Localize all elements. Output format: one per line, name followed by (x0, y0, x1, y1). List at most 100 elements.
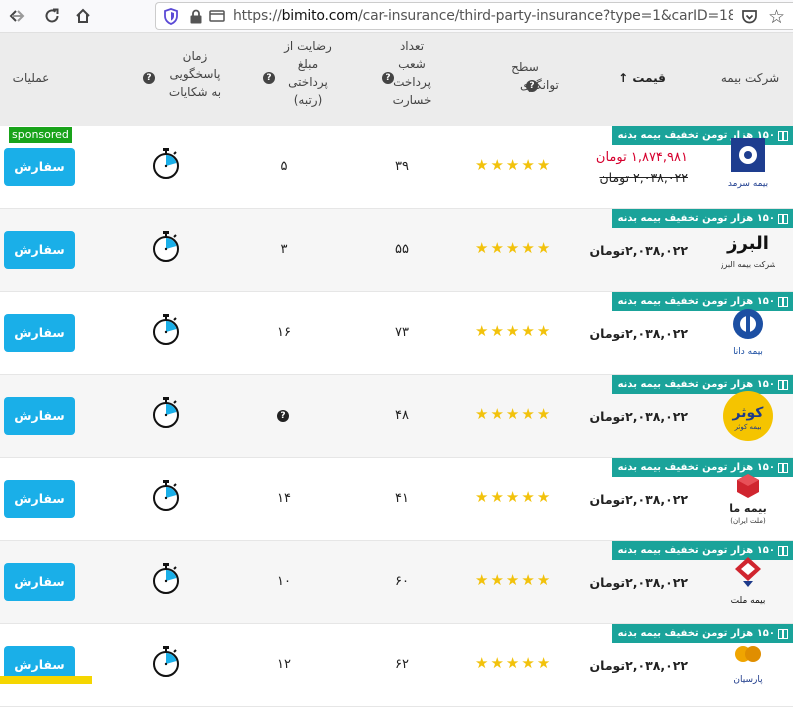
table-header: شرکت بیمه قیمت ↑ سطح ? توانگری تعداد شعب … (0, 33, 793, 126)
help-icon[interactable]: ? (263, 72, 275, 84)
star-icon: ★ (536, 654, 551, 672)
star-icon: ★ (536, 571, 551, 589)
stopwatch-icon (152, 397, 180, 429)
star-icon: ★ (490, 322, 504, 340)
price: ۲,۰۳۸,۰۲۲تومان (589, 492, 688, 507)
star-icon: ★ (475, 239, 489, 257)
satisfaction-rank: ۳ (280, 242, 288, 257)
branches-count: ۵۵ (395, 242, 409, 257)
gift-icon (778, 628, 788, 639)
rating-stars: ★ ★ ★ ★ ★ (475, 490, 550, 505)
table-row: ۱۵۰ هزار تومن تخفیف بیمه بدنه بیمه ملت ب… (0, 541, 793, 624)
star-icon: ★ (505, 405, 520, 423)
star-icon: ★ (505, 239, 520, 257)
header-actions: عملیات (12, 71, 50, 85)
star-icon: ★ (521, 571, 535, 589)
gift-icon (778, 130, 788, 141)
help-icon[interactable]: ? (382, 72, 394, 84)
header-price[interactable]: قیمت ↑ (612, 69, 672, 87)
gift-icon (778, 296, 788, 307)
kowsar-logo: کوثر بیمه کوثر (723, 391, 773, 441)
header-level-line: توانگری (520, 78, 559, 92)
star-icon: ★ (490, 571, 504, 589)
branches-count: ۶۲ (395, 657, 409, 672)
table-row: ۱۵۰ هزار تومن تخفیف بیمه بدنه البرز شرکت … (0, 209, 793, 292)
sarmad-logo: بیمه سرمد (728, 138, 768, 189)
satisfaction-rank: ۱۴ (277, 491, 291, 506)
satisfaction-unknown-icon[interactable]: ? (277, 410, 289, 422)
gift-icon (778, 379, 788, 390)
rating-stars: ★ ★ ★ ★ ★ (475, 656, 550, 671)
star-icon: ★ (490, 654, 504, 672)
header-response-line: پاسخگویی (169, 67, 221, 81)
price: ۲,۰۳۸,۰۲۲تومان (589, 575, 688, 590)
order-button[interactable]: سفارش (4, 231, 75, 269)
header-satisfaction[interactable]: رضایت از مبلغ پرداختی (رتبه) (268, 37, 348, 109)
stopwatch-icon (152, 563, 180, 595)
rating-stars: ★ ★ ★ ★ ★ (475, 158, 550, 173)
header-response-time[interactable]: زمان پاسخگویی به شکایات (150, 47, 240, 101)
sarmad-logo-text: بیمه سرمد (728, 179, 768, 189)
sort-arrow-icon[interactable]: ↑ (618, 71, 628, 85)
star-icon: ★ (505, 488, 520, 506)
header-satisfaction-line: رضایت از (284, 39, 332, 53)
home-icon[interactable] (71, 4, 95, 28)
order-button[interactable]: سفارش (4, 563, 75, 601)
forward-icon[interactable] (7, 4, 31, 28)
star-icon: ★ (521, 156, 535, 174)
url-text[interactable]: https://bimito.com/car-insurance/third-p… (233, 8, 733, 24)
star-icon: ★ (521, 322, 535, 340)
stopwatch-icon (152, 646, 180, 678)
star-icon: ★ (536, 405, 551, 423)
header-branches-line: تعداد (399, 39, 425, 53)
star-icon: ★ (505, 571, 520, 589)
price: ۲,۰۳۸,۰۲۲تومان (589, 243, 688, 258)
gift-icon (778, 462, 788, 473)
header-price-label: قیمت (632, 71, 666, 85)
star-icon: ★ (536, 239, 551, 257)
permissions-icon[interactable] (209, 9, 225, 23)
old-price: ۲,۰۳۸,۰۲۲ تومان (599, 170, 688, 185)
ma-logo-text: بیمه ما (729, 502, 766, 515)
reload-icon[interactable] (40, 4, 64, 28)
table-row: ۱۵۰ هزار تومن تخفیف بیمه بدنه بیمه سرمد … (0, 126, 793, 209)
header-level[interactable]: سطح ? توانگری (490, 58, 560, 94)
help-icon[interactable]: ? (143, 72, 155, 84)
star-icon: ★ (475, 654, 489, 672)
order-button[interactable]: سفارش (4, 314, 75, 352)
rating-stars: ★ ★ ★ ★ ★ (475, 241, 550, 256)
order-button[interactable]: سفارش (4, 480, 75, 518)
url-bar[interactable]: https://bimito.com/car-insurance/third-p… (155, 2, 793, 30)
table-row: ۱۵۰ هزار تومن تخفیف بیمه بدنه بیمه دانا … (0, 292, 793, 375)
promo-ribbon (0, 676, 92, 684)
star-icon: ★ (475, 156, 489, 174)
satisfaction-rank: ۱۶ (277, 325, 291, 340)
table-row: ۱۵۰ هزار تومن تخفیف بیمه بدنه کوثر بیمه ک… (0, 375, 793, 458)
branches-count: ۴۱ (395, 491, 409, 506)
mellat-logo-text: بیمه ملت (731, 596, 766, 606)
kowsar-logo-text: کوثر (732, 405, 765, 421)
header-company[interactable]: شرکت بیمه (720, 69, 780, 87)
ma-logo-subtext: (ملت ایران) (730, 517, 766, 525)
lock-icon[interactable] (189, 9, 203, 24)
star-icon: ★ (490, 488, 504, 506)
branches-count: ۷۳ (395, 325, 409, 340)
order-button[interactable]: سفارش (4, 397, 75, 435)
rating-stars: ★ ★ ★ ★ ★ (475, 324, 550, 339)
rating-stars: ★ ★ ★ ★ ★ (475, 407, 550, 422)
star-icon: ★ (536, 156, 551, 174)
header-response-line: به شکایات (168, 85, 222, 99)
ma-logo: بیمه ما (ملت ایران) (729, 474, 767, 525)
browser-toolbar: https://bimito.com/car-insurance/third-p… (0, 0, 793, 33)
price: ۲,۰۳۸,۰۲۲تومان (589, 409, 688, 424)
order-button[interactable]: سفارش (4, 148, 75, 186)
shield-icon[interactable] (163, 8, 179, 25)
sale-price: ۱,۸۷۴,۹۸۱ تومان (595, 150, 688, 165)
branches-count: ۴۸ (395, 408, 409, 423)
star-icon: ★ (475, 488, 489, 506)
star-icon: ★ (475, 571, 489, 589)
kowsar-logo-subtext: بیمه کوثر (734, 423, 762, 431)
bookmark-star-icon[interactable]: ☆ (768, 6, 785, 28)
pocket-icon[interactable] (741, 9, 758, 25)
stopwatch-icon (152, 231, 180, 263)
